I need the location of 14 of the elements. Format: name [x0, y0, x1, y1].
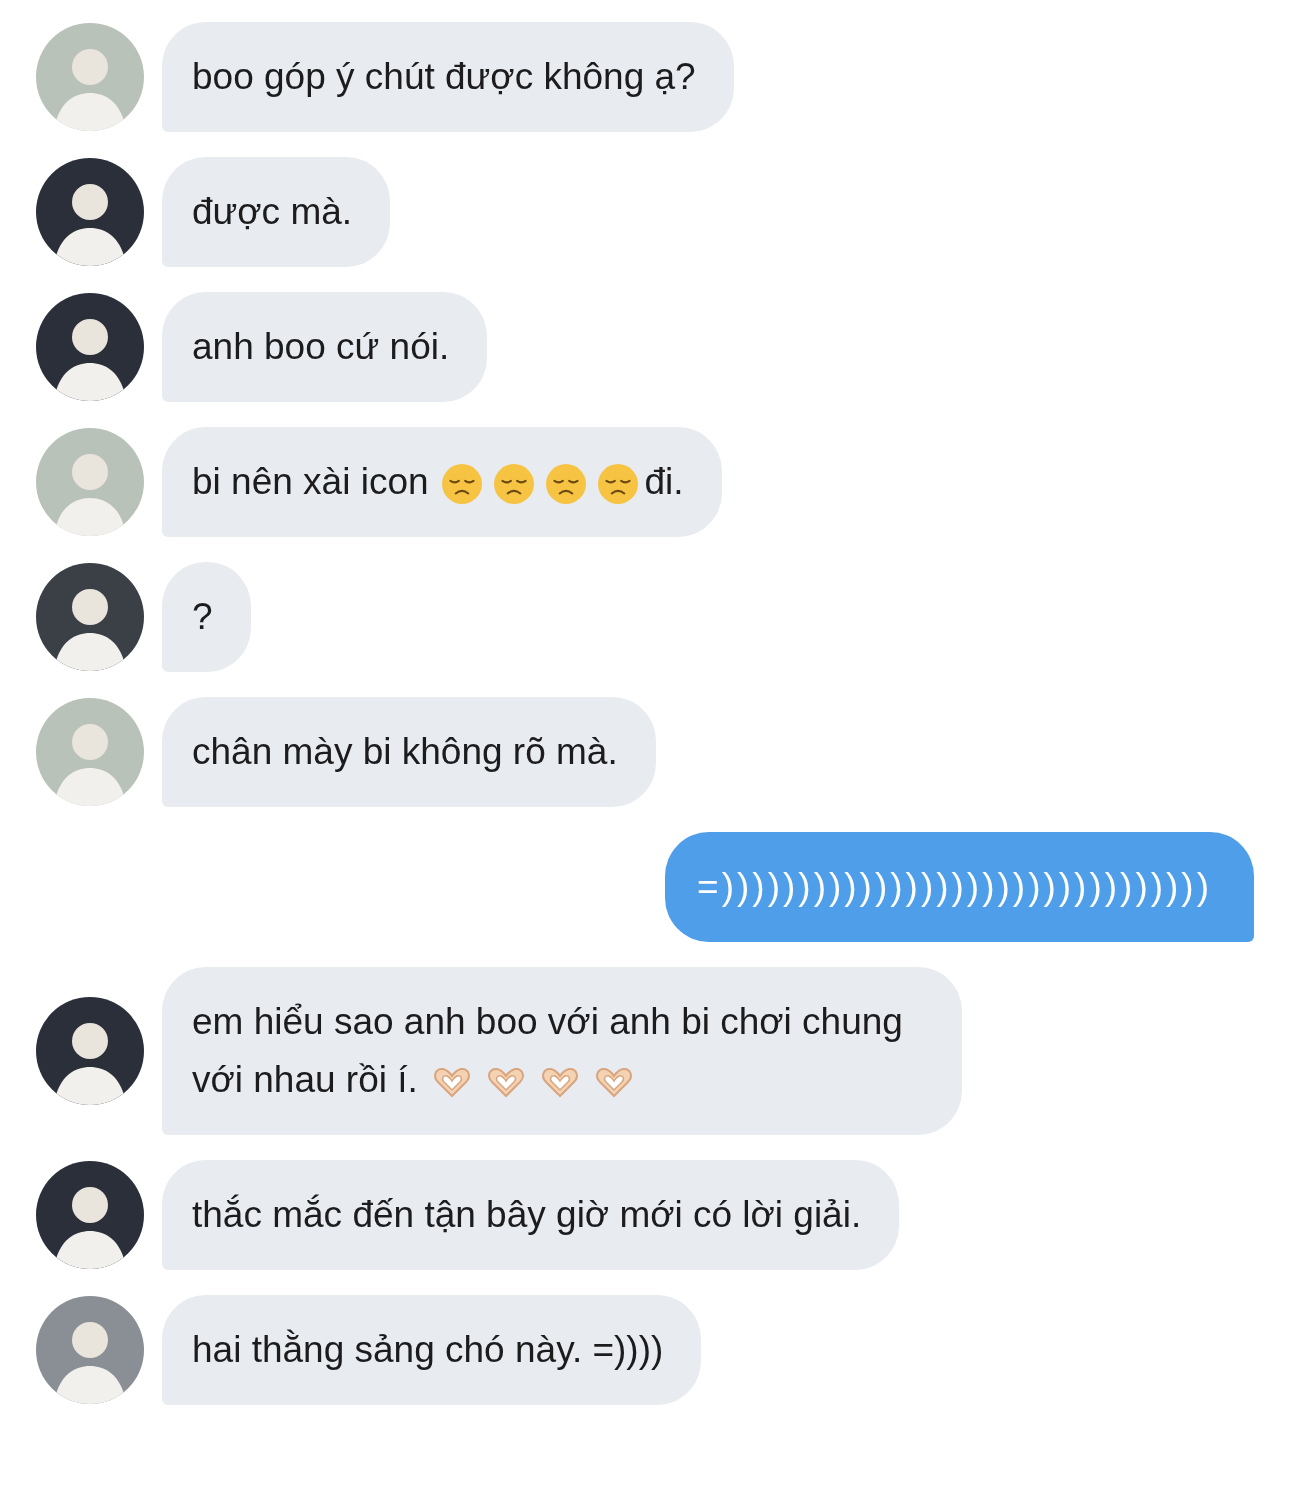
sad-face-icon: [544, 463, 587, 506]
message-bubble: chân mày bi không rõ mà.: [162, 697, 656, 807]
sad-face-icon: [596, 463, 639, 506]
message-bubble: anh boo cứ nói.: [162, 292, 488, 402]
message-bubble: em hiểu sao anh boo với anh bi chơi chung với nhau rồi í.: [162, 967, 962, 1135]
message-bubble: bi nên xài icon đi.: [162, 427, 722, 537]
message-bubble: hai thằng sảng chó này. =)))): [162, 1295, 702, 1405]
message-bubble: được mà.: [162, 157, 391, 267]
message-bubble: thắc mắc đến tận bây giờ mới có lời giải.: [162, 1160, 900, 1270]
sad-face-icon: [492, 463, 535, 506]
message-bubble: =)))))))))))))))))))))))))))))))): [665, 832, 1254, 942]
sad-face-icon: [440, 463, 483, 506]
message-bubble: ?: [162, 562, 251, 672]
message-bubble: boo góp ý chút được không ạ?: [162, 22, 734, 132]
